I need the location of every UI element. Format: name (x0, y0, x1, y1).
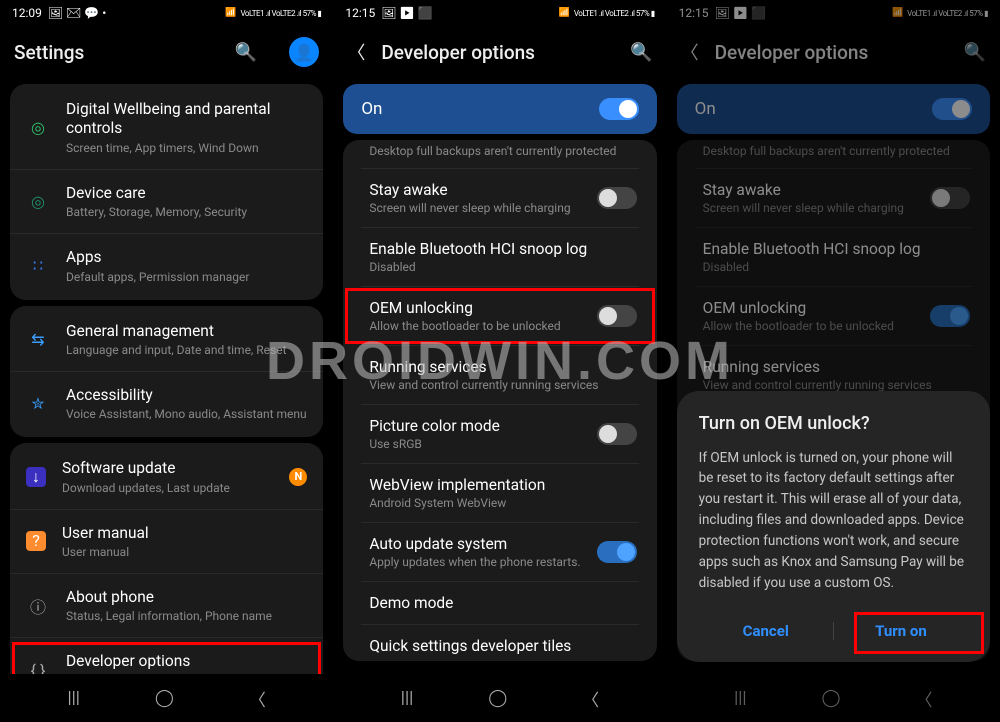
device-care-icon: ◎ (26, 192, 50, 211)
nav-bar: ||| ◯ 〈 (0, 674, 333, 722)
avatar[interactable]: 👤 (289, 37, 319, 67)
search-icon[interactable]: 🔍 (235, 42, 257, 63)
row-apps[interactable]: ∷ Apps Default apps, Permission manager (10, 234, 323, 297)
row-stay-awake[interactable]: Stay awake Screen will never sleep while… (343, 169, 656, 227)
row-picture-color[interactable]: Picture color mode Use sRGB (343, 405, 656, 463)
apps-icon: ∷ (26, 256, 50, 275)
row-auto-update[interactable]: Auto update system Apply updates when th… (343, 523, 656, 581)
general-mgmt-icon: ⇆ (26, 330, 50, 349)
row-title: Digital Wellbeing and parental controls (66, 100, 307, 139)
signal-icons: VoLTE1 .ıl VoLTE2 .ıl 57% ▮ (907, 9, 988, 18)
search-icon: 🔍 (964, 42, 986, 63)
wifi-icon: 📶 (559, 8, 570, 18)
row-hci-snoop: Enable Bluetooth HCI snoop log Disabled (677, 228, 990, 286)
settings-group-3: ↓ Software update Download updates, Last… (10, 443, 323, 674)
row-about-phone[interactable]: ⓘ About phone Status, Legal information,… (10, 574, 323, 638)
signal-icons: VoLTE1 .ıl VoLTE2 .ıl 57% ▮ (241, 9, 322, 18)
wifi-icon: 📶 (225, 8, 236, 18)
nav-recent-icon[interactable]: ||| (401, 688, 413, 708)
accessibility-icon: ✮ (26, 394, 50, 413)
row-general-management[interactable]: ⇆ General management Language and input,… (10, 308, 323, 372)
row-software-update[interactable]: ↓ Software update Download updates, Last… (10, 445, 323, 509)
nav-back-icon[interactable]: 〈 (582, 686, 599, 711)
dialog-title: Turn on OEM unlock? (699, 413, 968, 434)
toggle-auto-update[interactable] (597, 541, 637, 563)
search-icon[interactable]: 🔍 (630, 42, 652, 63)
page-title: Developer options (381, 41, 612, 64)
row-stay-awake: Stay awake Screen will never sleep while… (677, 169, 990, 227)
toggle-oem-unlocking[interactable] (597, 305, 637, 327)
status-bar: 12:15 🖼 ▶ ⬛ 📶 VoLTE1 .ıl VoLTE2 .ıl 57% … (333, 0, 666, 26)
row-hci-snoop[interactable]: Enable Bluetooth HCI snoop log Disabled (343, 228, 656, 286)
status-bar: 12:09 🖼 ✉ 💬 • 📶 VoLTE1 .ıl VoLTE2 .ıl 57… (0, 0, 333, 26)
toggle-on (932, 98, 972, 120)
back-icon: 〈 (681, 39, 697, 65)
toggle-stay-awake[interactable] (597, 187, 637, 209)
row-oem-unlocking: OEM unlocking Allow the bootloader to be… (677, 287, 990, 345)
clock: 12:15 (679, 6, 709, 20)
notif-icons: 🖼 ▶ ⬛ (381, 6, 432, 20)
nav-home-icon[interactable]: ◯ (488, 688, 507, 708)
toggle-on[interactable] (599, 98, 639, 120)
phone-dialog: 12:15 🖼 ▶ ⬛ 📶 VoLTE1 .ıl VoLTE2 .ıl 57% … (667, 0, 1000, 722)
settings-group-1: ◎ Digital Wellbeing and parental control… (10, 84, 323, 300)
row-oem-unlocking[interactable]: OEM unlocking Allow the bootloader to be… (343, 287, 656, 345)
back-icon[interactable]: 〈 (347, 39, 363, 65)
notif-icons: 🖼 ✉ 💬 • (48, 6, 106, 20)
clock: 12:15 (345, 6, 375, 20)
row-webview[interactable]: WebView implementation Android System We… (343, 464, 656, 522)
turn-on-button[interactable]: Turn on (834, 614, 968, 648)
nav-back-icon[interactable]: 〈 (249, 686, 266, 711)
phone-settings: 12:09 🖼 ✉ 💬 • 📶 VoLTE1 .ıl VoLTE2 .ıl 57… (0, 0, 333, 722)
row-sub: Screen time, App timers, Wind Down (66, 141, 307, 155)
dev-icon: { } (26, 661, 50, 674)
dev-card: Desktop full backups aren't currently pr… (343, 140, 656, 661)
row-digital-wellbeing[interactable]: ◎ Digital Wellbeing and parental control… (10, 86, 323, 170)
dev-list[interactable]: On Desktop full backups aren't currently… (333, 78, 666, 674)
app-bar: Settings 🔍 👤 (0, 26, 333, 78)
update-badge: N (289, 468, 307, 486)
nav-back-icon[interactable]: 〈 (915, 686, 932, 711)
update-icon: ↓ (26, 467, 46, 487)
status-bar: 12:15 🖼 ▶ ⬛ 📶 VoLTE1 .ıl VoLTE2 .ıl 57% … (667, 0, 1000, 26)
row-accessibility[interactable]: ✮ Accessibility Voice Assistant, Mono au… (10, 372, 323, 435)
dev-master-toggle: On (677, 84, 990, 134)
dev-master-toggle[interactable]: On (343, 84, 656, 134)
nav-home-icon[interactable]: ◯ (822, 688, 841, 708)
phone-dev-options: 12:15 🖼 ▶ ⬛ 📶 VoLTE1 .ıl VoLTE2 .ıl 57% … (333, 0, 666, 722)
notif-icons: 🖼 ▶ ⬛ (715, 6, 766, 20)
on-label: On (361, 99, 598, 119)
row-demo-mode[interactable]: Demo mode (343, 582, 656, 624)
toggle-picture-color[interactable] (597, 423, 637, 445)
row-device-care[interactable]: ◎ Device care Battery, Storage, Memory, … (10, 170, 323, 234)
dialog-body: If OEM unlock is turned on, your phone w… (699, 448, 968, 594)
app-bar: 〈 Developer options 🔍 (333, 26, 666, 78)
nav-home-icon[interactable]: ◯ (155, 688, 174, 708)
page-title: Developer options (715, 41, 946, 64)
app-bar-dimmed: 〈 Developer options 🔍 (667, 26, 1000, 78)
clock: 12:09 (12, 6, 42, 20)
manual-icon: ? (26, 531, 46, 551)
page-title: Settings (14, 41, 217, 64)
row-user-manual[interactable]: ? User manual User manual (10, 510, 323, 574)
signal-icons: VoLTE1 .ıl VoLTE2 .ıl 57% ▮ (574, 9, 655, 18)
cancel-button[interactable]: Cancel (699, 614, 833, 648)
nav-bar: ||| ◯ 〈 (333, 674, 666, 722)
truncated-prev-item: Desktop full backups aren't currently pr… (343, 140, 656, 168)
settings-list[interactable]: ◎ Digital Wellbeing and parental control… (0, 78, 333, 674)
row-developer-options[interactable]: { } Developer options Developer options (10, 638, 323, 674)
info-icon: ⓘ (26, 594, 50, 618)
row-quick-tiles[interactable]: Quick settings developer tiles (343, 625, 656, 659)
nav-recent-icon[interactable]: ||| (67, 688, 79, 708)
oem-unlock-dialog: Turn on OEM unlock? If OEM unlock is tur… (677, 391, 990, 662)
settings-group-2: ⇆ General management Language and input,… (10, 306, 323, 438)
nav-recent-icon[interactable]: ||| (734, 688, 746, 708)
wellbeing-icon: ◎ (26, 118, 50, 137)
nav-bar: ||| ◯ 〈 (667, 674, 1000, 722)
wifi-icon: 📶 (892, 8, 903, 18)
row-running-services[interactable]: Running services View and control curren… (343, 346, 656, 404)
